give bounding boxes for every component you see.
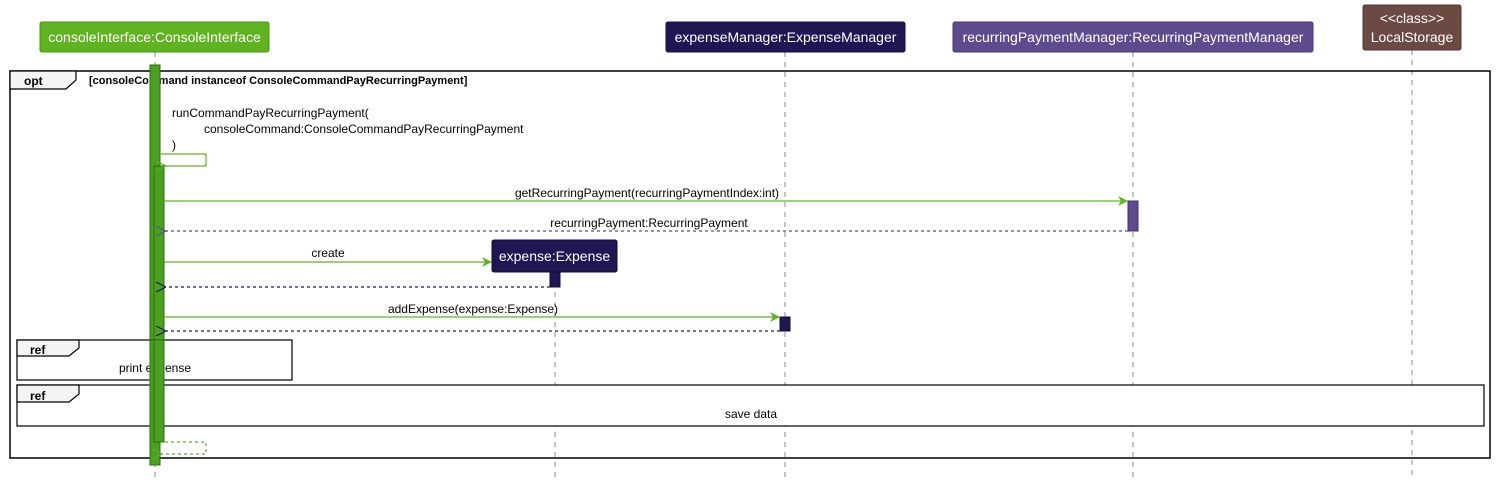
ref-text-save-data: save data (725, 407, 777, 421)
participant-expense: expense:Expense (491, 239, 618, 273)
message-create: create (164, 246, 492, 267)
add-expense-label: addExpense(expense:Expense) (388, 302, 558, 316)
ref-frame-save-data: ref save data (16, 384, 1485, 427)
message-get-recurring-payment: getRecurringPayment(recurringPaymentInde… (164, 186, 1128, 206)
participant-expense-manager-label: expenseManager:ExpenseManager (675, 29, 897, 45)
message-return-recurring-payment: recurringPayment:RecurringPayment (165, 216, 1128, 231)
activation-console-inner-front (153, 339, 165, 443)
ref-keyword-save: ref (30, 389, 46, 403)
participant-local-storage: <<class>> LocalStorage (1362, 4, 1462, 51)
participant-expense-manager: expenseManager:ExpenseManager (665, 21, 906, 53)
return-recurring-label: recurringPayment:RecurringPayment (550, 216, 748, 230)
participant-local-storage-label: LocalStorage (1371, 29, 1454, 45)
participant-recurring-manager-label: recurringPaymentManager:RecurringPayment… (963, 29, 1304, 45)
opt-guard: [consoleCommand instanceof ConsoleComman… (89, 75, 468, 87)
local-storage-stereotype: <<class>> (1380, 10, 1445, 26)
participant-console-label: consoleInterface:ConsoleInterface (48, 29, 261, 45)
message-self-return (161, 441, 207, 454)
create-label: create (311, 246, 345, 260)
get-recurring-label: getRecurringPayment(recurringPaymentInde… (515, 186, 779, 200)
message-add-expense: addExpense(expense:Expense) (164, 302, 780, 322)
sequence-diagram: opt [consoleCommand instanceof ConsoleCo… (9, 4, 1491, 478)
participant-console: consoleInterface:ConsoleInterface (39, 21, 270, 53)
activation-expense-manager (779, 316, 791, 332)
participant-expense-label: expense:Expense (499, 248, 611, 264)
self-call-label-line3: ) (172, 138, 176, 152)
activation-recurring-manager (1127, 200, 1139, 232)
opt-keyword: opt (24, 74, 43, 88)
self-call-message: runCommandPayRecurringPayment( consoleCo… (160, 106, 524, 166)
self-call-label-line2: consoleCommand:ConsoleCommandPayRecurrin… (204, 122, 524, 136)
activation-expense (549, 271, 561, 288)
participant-recurring-manager: recurringPaymentManager:RecurringPayment… (952, 21, 1314, 53)
ref-keyword-print: ref (30, 343, 46, 357)
self-call-label-line1: runCommandPayRecurringPayment( (172, 106, 369, 120)
